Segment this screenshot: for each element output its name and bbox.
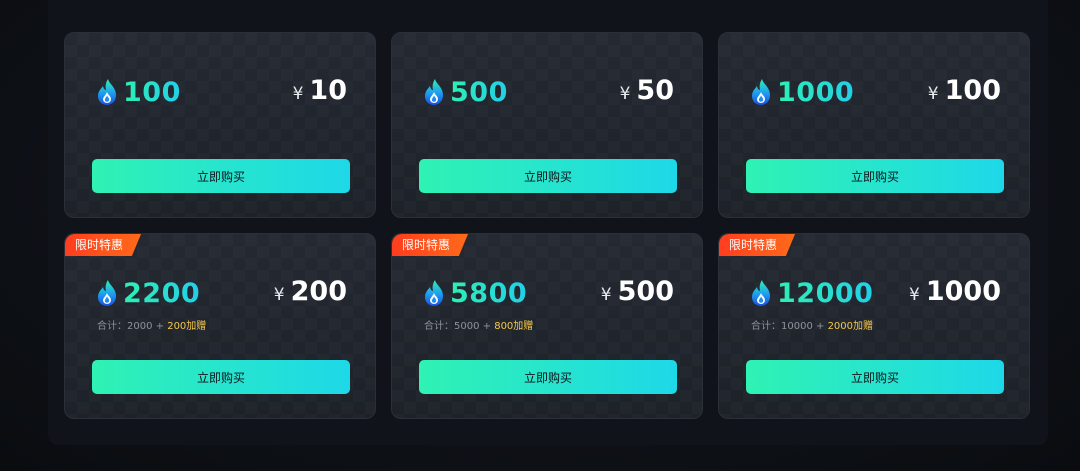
price: ¥ 200 (274, 276, 347, 307)
total-breakdown: 合计：5000 + 800加赠 (424, 317, 533, 332)
price: ¥ 100 (928, 75, 1001, 106)
coin-amount: 2200 (123, 277, 201, 309)
currency-symbol: ¥ (292, 84, 304, 104)
bonus-amount: 200加赠 (167, 321, 207, 332)
price: ¥ 500 (601, 276, 674, 307)
base-amount: 5000 (454, 321, 480, 332)
flame-coin-icon (752, 280, 770, 306)
package-card-2200[interactable]: 限时特惠 2200 ¥ 200 合计：2000 + 200加赠 立即购买 (64, 233, 376, 419)
price-value: 1000 (925, 276, 1001, 307)
flame-coin-icon (425, 79, 443, 105)
coin-amount-row: 100 (95, 75, 181, 109)
plus-sign: + (152, 321, 168, 332)
total-label: 合计： (424, 321, 454, 332)
buy-now-button[interactable]: 立即购买 (746, 360, 1004, 394)
price-value: 200 (290, 276, 347, 307)
total-breakdown: 合计：2000 + 200加赠 (97, 317, 206, 332)
price: ¥ 50 (620, 75, 674, 106)
flame-coin-icon (98, 79, 116, 105)
coin-amount: 500 (450, 76, 508, 108)
price-value: 10 (309, 75, 347, 106)
limited-offer-badge: 限时特惠 (65, 234, 142, 256)
currency-symbol: ¥ (909, 285, 920, 305)
package-card-12000[interactable]: 限时特惠 12000 ¥ 1000 合计：10000 + 2000加赠 立即购买 (718, 233, 1030, 419)
total-label: 合计： (751, 321, 781, 332)
plus-sign: + (479, 321, 495, 332)
coin-amount: 12000 (777, 277, 874, 309)
top-hint-body: ... (230, 0, 241, 2)
coin-amount: 100 (123, 76, 181, 108)
buy-now-button[interactable]: 立即购买 (92, 159, 350, 193)
buy-now-button[interactable]: 立即购买 (746, 159, 1004, 193)
currency-symbol: ¥ (273, 285, 285, 305)
bonus-amount: 2000加赠 (827, 321, 874, 332)
recharge-page: 100 ¥ 10 立即购买 500 ¥ 50 立即购买 1000 ¥ 100 立… (0, 0, 1080, 471)
limited-offer-badge: 限时特惠 (392, 234, 469, 256)
base-amount: 2000 (127, 321, 153, 332)
flame-coin-icon (98, 280, 116, 306)
package-card-5800[interactable]: 限时特惠 5800 ¥ 500 合计：5000 + 800加赠 立即购买 (391, 233, 703, 419)
package-card-100[interactable]: 100 ¥ 10 立即购买 (64, 32, 376, 218)
base-amount: 10000 (781, 321, 813, 332)
plus-sign: + (812, 321, 828, 332)
currency-symbol: ¥ (619, 84, 631, 104)
buy-now-button[interactable]: 立即购买 (92, 360, 350, 394)
coin-amount: 1000 (777, 76, 855, 108)
limited-offer-badge: 限时特惠 (719, 234, 796, 256)
total-breakdown: 合计：10000 + 2000加赠 (751, 317, 873, 332)
currency-symbol: ¥ (927, 84, 939, 104)
price: ¥ 1000 (909, 276, 1001, 307)
buy-now-button[interactable]: 立即购买 (419, 360, 677, 394)
total-label: 合计： (97, 321, 127, 332)
coin-amount-row: 5800 (422, 276, 527, 310)
package-card-1000[interactable]: 1000 ¥ 100 立即购买 (718, 32, 1030, 218)
flame-coin-icon (425, 280, 443, 306)
currency-symbol: ¥ (600, 285, 612, 305)
buy-now-button[interactable]: 立即购买 (419, 159, 677, 193)
package-card-500[interactable]: 500 ¥ 50 立即购买 (391, 32, 703, 218)
bonus-amount: 800加赠 (494, 321, 534, 332)
coin-amount-row: 1000 (749, 75, 854, 109)
coin-amount-row: 500 (422, 75, 508, 109)
price-value: 50 (636, 75, 674, 106)
flame-coin-icon (752, 79, 770, 105)
coin-amount-row: 2200 (95, 276, 200, 310)
price-value: 500 (617, 276, 674, 307)
coin-amount-row: 12000 (749, 276, 873, 310)
top-hint-text: ... (230, 0, 241, 4)
price: ¥ 10 (293, 75, 347, 106)
coin-amount: 5800 (450, 277, 528, 309)
price-value: 100 (944, 75, 1001, 106)
